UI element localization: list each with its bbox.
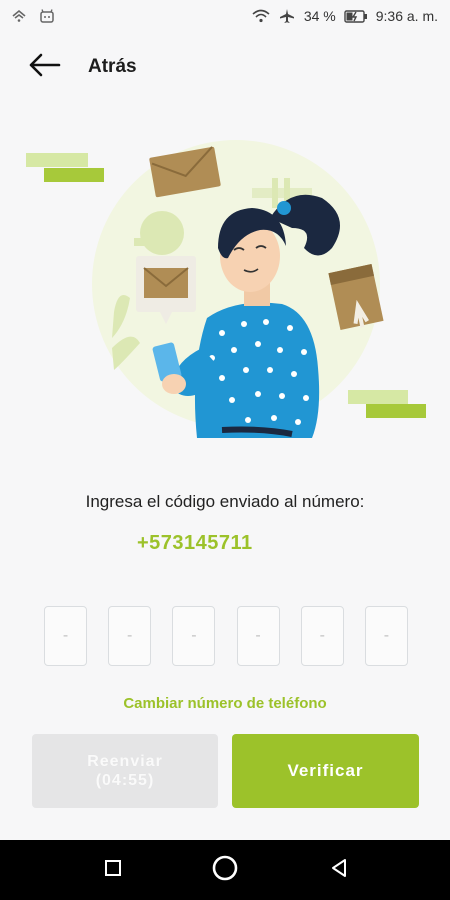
system-nav-bar [0,840,450,900]
status-bar: 34 % 9:36 a. m. [0,0,450,34]
recents-button[interactable] [98,855,128,885]
code-digit-6[interactable]: - [364,606,408,666]
code-input-group: - - - - - - [44,606,408,666]
code-digit-2[interactable]: - [108,606,152,666]
airplane-icon [278,7,296,25]
battery-icon [344,7,368,25]
resend-button[interactable]: Reenviar (04:55) [32,734,218,808]
code-digit-placeholder: - [127,627,133,644]
code-digit-placeholder: - [62,627,69,644]
app-header: Atrás [0,40,450,96]
code-digit-1[interactable]: - [44,606,87,666]
clock: 9:36 a. m. [375,8,438,24]
wifi-icon [252,7,270,25]
home-button[interactable] [210,855,240,885]
arrow-left-icon [26,53,62,86]
triangle-back-icon [330,858,348,883]
resend-timer: (04:55) [95,772,155,789]
instruction-text: Ingresa el código enviado al número: [85,492,365,511]
code-digit-placeholder: - [383,627,390,644]
resend-label: Reenviar [87,753,163,770]
code-digit-5[interactable]: - [300,606,344,666]
code-digit-4[interactable]: - [236,606,280,666]
change-number-link[interactable]: Cambiar número de teléfono [0,695,450,712]
code-digit-placeholder: - [191,627,197,644]
back-button[interactable] [26,48,66,84]
verify-button[interactable]: Verificar [232,734,419,808]
code-digit-placeholder: - [255,627,261,644]
square-icon [104,859,122,882]
code-digit-3[interactable]: - [172,606,216,666]
back-label: Atrás [88,56,137,77]
verify-label: Verificar [287,761,364,780]
android-icon [38,7,56,25]
code-digit-placeholder: - [319,627,325,644]
verification-illustration [22,138,432,438]
signal-icon [10,7,28,25]
back-nav-button[interactable] [324,855,354,885]
phone-number: +573145711 [137,532,253,554]
circle-icon [211,854,239,887]
battery-percent: 34 % [303,8,336,24]
